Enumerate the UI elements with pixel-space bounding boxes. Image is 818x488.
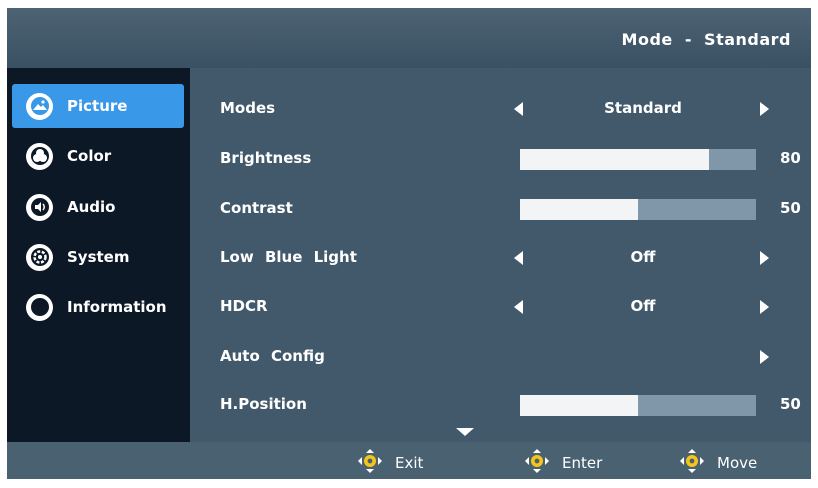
setting-value: 50 [780,199,801,217]
scroll-down-icon[interactable] [456,428,474,436]
slider-fill [520,149,709,170]
setting-value: Off [630,297,656,315]
setting-row-modes[interactable]: Modes Standard [190,94,811,124]
sidebar-item-audio[interactable]: Audio [12,185,184,229]
setting-label: Brightness [220,149,312,167]
setting-label: Modes [220,99,276,117]
brightness-slider[interactable] [520,149,756,170]
arrow-right-icon[interactable] [760,102,769,116]
picture-settings-panel: Modes Standard Brightness 80 Contrast 50… [190,68,811,442]
joystick-icon [522,449,552,477]
sidebar-item-label: Audio [67,198,116,216]
arrow-left-icon[interactable] [514,102,523,116]
setting-row-auto-config[interactable]: Auto Config [190,342,811,372]
color-icon [26,142,53,170]
mode-status-text: Mode - Standard [621,30,791,49]
setting-row-contrast[interactable]: Contrast 50 [190,194,811,224]
setting-label: Low Blue Light [220,248,357,266]
setting-label: HDCR [220,297,268,315]
exit-hint: Exit [355,449,423,477]
setting-value: Standard [604,99,682,117]
picture-icon [26,92,53,120]
system-icon [26,243,53,271]
setting-label: Auto Config [220,347,325,365]
arrow-left-icon[interactable] [514,251,523,265]
audio-icon [26,193,53,221]
move-hint: Move [677,449,757,477]
enter-label: Enter [562,454,603,472]
setting-value: Off [630,248,656,266]
information-icon [26,293,53,321]
sidebar-item-picture[interactable]: Picture [12,84,184,128]
setting-label: H.Position [220,395,307,413]
setting-value: 50 [780,395,801,413]
arrow-right-icon[interactable] [760,251,769,265]
setting-row-low-blue-light[interactable]: Low Blue Light Off [190,243,811,273]
setting-row-brightness[interactable]: Brightness 80 [190,144,811,174]
move-label: Move [717,454,758,472]
osd-header: Mode - Standard [7,8,811,68]
setting-value: 80 [780,149,801,167]
sidebar-item-label: System [67,248,130,266]
setting-row-h-position[interactable]: H.Position 50 [190,390,811,420]
exit-label: Exit [395,454,424,472]
sidebar-item-label: Color [67,147,112,165]
sidebar-item-information[interactable]: Information [12,285,184,329]
joystick-icon [355,449,385,477]
joystick-icon [677,449,707,477]
setting-row-hdcr[interactable]: HDCR Off [190,292,811,322]
slider-fill [520,395,638,416]
arrow-right-icon[interactable] [760,350,769,364]
contrast-slider[interactable] [520,199,756,220]
arrow-right-icon[interactable] [760,300,769,314]
sidebar-item-label: Picture [67,97,128,115]
osd-menu: Mode - Standard Picture Color Audio Syst… [7,8,811,479]
slider-fill [520,199,638,220]
sidebar-item-color[interactable]: Color [12,134,184,178]
arrow-left-icon[interactable] [514,300,523,314]
setting-label: Contrast [220,199,293,217]
control-hints-bar: Exit Enter Move [7,442,811,479]
sidebar: Picture Color Audio System Information [7,68,190,442]
enter-hint: Enter [522,449,602,477]
sidebar-item-label: Information [67,298,167,316]
sidebar-item-system[interactable]: System [12,235,184,279]
h-position-slider[interactable] [520,395,756,416]
